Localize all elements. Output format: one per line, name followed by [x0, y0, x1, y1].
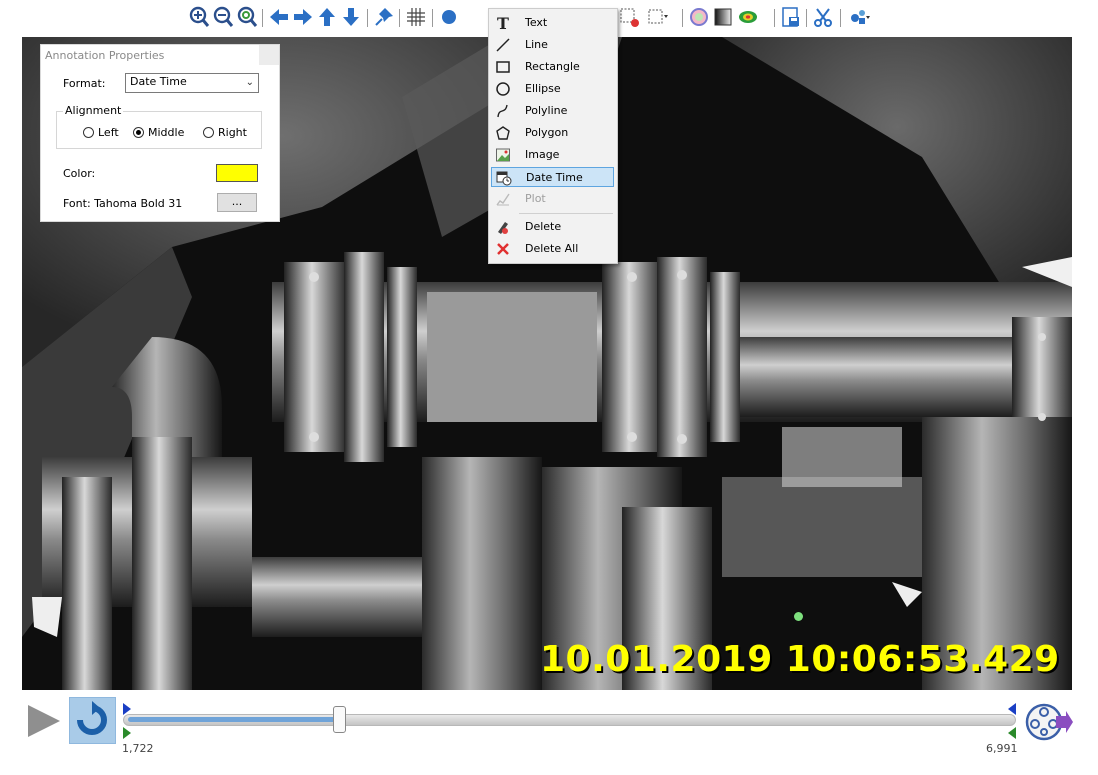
start-marker-green-icon: [123, 727, 131, 739]
pin-icon[interactable]: [373, 6, 395, 28]
menu-item-polygon[interactable]: Polygon: [491, 123, 614, 143]
radio-circle: [203, 127, 214, 138]
end-marker-icon[interactable]: [1008, 703, 1016, 715]
menu-item-label: Ellipse: [525, 82, 561, 95]
menu-item-text[interactable]: T Text: [491, 13, 614, 33]
arrow-down-icon[interactable]: [340, 6, 362, 28]
plot-icon: [495, 191, 511, 207]
text-icon: T: [495, 15, 511, 31]
arrow-right-icon[interactable]: [292, 6, 314, 28]
export-video-button[interactable]: [1022, 700, 1074, 744]
menu-item-ellipse[interactable]: Ellipse: [491, 79, 614, 99]
rectangle-icon: [495, 59, 511, 75]
start-frame-label: 1,722: [122, 742, 154, 755]
menu-item-delete-all[interactable]: Delete All: [491, 239, 614, 259]
menu-item-date-time[interactable]: Date Time: [491, 167, 614, 187]
arrow-left-icon[interactable]: [268, 6, 290, 28]
datetime-annotation[interactable]: 10.01.2019 10:06:53.429: [540, 639, 1060, 680]
timeline-progress: [128, 717, 340, 722]
menu-item-polyline[interactable]: Polyline: [491, 101, 614, 121]
colormap-icon[interactable]: [738, 6, 760, 28]
menu-item-image[interactable]: Image: [491, 145, 614, 165]
color-label: Color:: [63, 167, 96, 180]
menu-item-label: Date Time: [526, 171, 583, 184]
end-frame-label: 6,991: [986, 742, 1018, 755]
menu-item-line[interactable]: Line: [491, 35, 614, 55]
menu-item-label: Image: [525, 148, 560, 161]
play-button[interactable]: [26, 703, 62, 739]
menu-item-delete[interactable]: Delete: [491, 217, 614, 237]
menu-item-label: Delete: [525, 220, 562, 233]
color-swatch[interactable]: [216, 164, 258, 182]
grayscale-icon[interactable]: [712, 6, 734, 28]
loop-button[interactable]: [69, 697, 116, 744]
end-marker-green-icon: [1008, 727, 1016, 739]
align-right-label: Right: [218, 126, 247, 139]
format-select[interactable]: Date Time ⌄: [125, 73, 259, 93]
loop-icon: [77, 701, 107, 735]
film-reel-export-icon: [1025, 703, 1073, 741]
align-left-radio[interactable]: Left: [83, 126, 119, 139]
scissors-icon[interactable]: [812, 6, 834, 28]
cursor-marker: [794, 612, 803, 621]
align-left-label: Left: [98, 126, 119, 139]
calendar-clock-icon: [496, 170, 512, 186]
annotation-remove-icon[interactable]: [618, 6, 640, 28]
panel-close-button[interactable]: [259, 45, 279, 65]
font-label: Font: Tahoma Bold 31: [63, 197, 183, 210]
image-icon: [495, 147, 511, 163]
menu-item-rectangle[interactable]: Rectangle: [491, 57, 614, 77]
radio-circle: [83, 127, 94, 138]
align-middle-radio[interactable]: Middle: [133, 126, 184, 139]
align-middle-label: Middle: [148, 126, 185, 139]
timeline-thumb[interactable]: [333, 706, 347, 733]
annotation-type-menu: T Text Line Rectangle Ellipse Polyline P…: [488, 8, 618, 264]
chevron-down-icon: ⌄: [245, 77, 254, 88]
alignment-group: Alignment Left Middle Right: [56, 104, 262, 149]
menu-item-label: Plot: [525, 192, 546, 205]
ellipse-icon: [495, 81, 511, 97]
save-icon[interactable]: [780, 6, 802, 28]
annotation-icon[interactable]: [438, 6, 460, 28]
tools-icon[interactable]: [848, 6, 870, 28]
panel-title: Annotation Properties: [45, 49, 165, 62]
menu-item-plot[interactable]: Plot: [491, 189, 614, 209]
zoom-in-icon[interactable]: [188, 6, 210, 28]
polygon-icon: [495, 125, 511, 141]
menu-item-label: Polygon: [525, 126, 569, 139]
format-value: Date Time: [130, 75, 187, 88]
play-icon: [28, 705, 60, 737]
annotation-properties-panel: Annotation Properties Format: Date Time …: [40, 44, 280, 222]
svg-text:T: T: [497, 15, 509, 31]
selection-icon[interactable]: [646, 6, 668, 28]
radio-circle-selected: [133, 127, 144, 138]
start-marker-icon[interactable]: [123, 703, 131, 715]
line-icon: [495, 37, 511, 53]
menu-item-label: Rectangle: [525, 60, 580, 73]
zoom-fit-icon[interactable]: [236, 6, 258, 28]
format-label: Format:: [63, 77, 106, 90]
menu-item-label: Text: [525, 16, 548, 29]
menu-item-label: Polyline: [525, 104, 568, 117]
zoom-out-icon[interactable]: [212, 6, 234, 28]
align-right-radio[interactable]: Right: [203, 126, 247, 139]
arrow-up-icon[interactable]: [316, 6, 338, 28]
polyline-icon: [495, 103, 511, 119]
alignment-label: Alignment: [63, 104, 124, 117]
grid-icon[interactable]: [405, 6, 427, 28]
delete-all-icon: [495, 241, 511, 257]
menu-item-label: Delete All: [525, 242, 579, 255]
color-icon[interactable]: [688, 6, 710, 28]
font-picker-button[interactable]: ...: [217, 193, 257, 212]
delete-icon: [495, 219, 511, 235]
menu-item-label: Line: [525, 38, 548, 51]
